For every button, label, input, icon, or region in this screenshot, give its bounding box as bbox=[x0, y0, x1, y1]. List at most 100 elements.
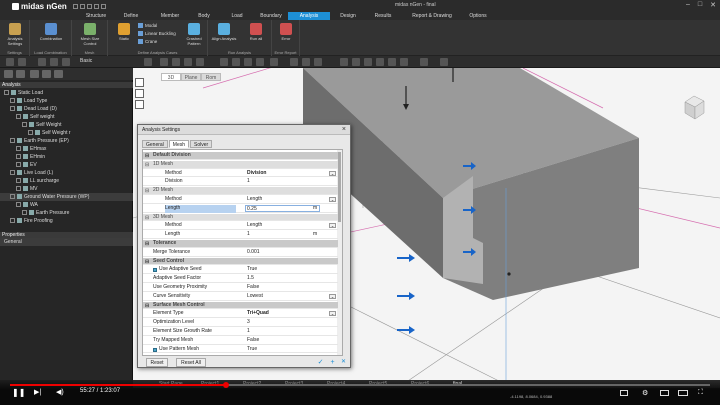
tree-item[interactable]: Earth Pressure bbox=[0, 209, 133, 217]
chevron-down-icon[interactable]: ⌄ bbox=[329, 293, 336, 299]
color-icon[interactable] bbox=[364, 58, 372, 66]
maximize-icon[interactable]: □ bbox=[698, 1, 702, 9]
ribbon-button-analysis-settings[interactable]: Analysis Settings bbox=[2, 23, 28, 46]
property-value[interactable]: 1.5 bbox=[247, 275, 254, 283]
tree-expand-icon[interactable] bbox=[10, 218, 15, 224]
tree-item[interactable]: EHmax bbox=[0, 145, 133, 153]
front-view-icon[interactable] bbox=[135, 89, 144, 98]
fit-view-icon[interactable] bbox=[135, 78, 144, 87]
tree-expand-icon[interactable] bbox=[16, 114, 21, 120]
property-value[interactable]: False bbox=[247, 337, 259, 345]
front-view-icon[interactable] bbox=[220, 58, 228, 66]
tree-item[interactable]: Self weight bbox=[0, 113, 133, 121]
menu-tab-boundary[interactable]: Boundary bbox=[254, 12, 288, 20]
property-row[interactable]: Use Geometry Proximity False bbox=[143, 284, 338, 292]
property-row[interactable]: Element Type Tri+Quad ⌄ bbox=[143, 310, 338, 319]
properties-item-general[interactable]: General bbox=[0, 238, 133, 246]
menu-tab-report-drawing[interactable]: Report & Drawing bbox=[406, 12, 458, 20]
rotate-icon[interactable] bbox=[196, 58, 204, 66]
settings-icon[interactable]: ⚙ bbox=[642, 389, 648, 397]
scrollbar-thumb[interactable] bbox=[338, 152, 341, 222]
play-pause-icon[interactable]: ❚❚ bbox=[12, 388, 25, 397]
tree-expand-icon[interactable] bbox=[4, 90, 9, 96]
select-icon[interactable] bbox=[54, 70, 63, 78]
menu-tab-member[interactable]: Member bbox=[156, 12, 184, 20]
side-view-icon[interactable] bbox=[244, 58, 252, 66]
pan-icon[interactable] bbox=[184, 58, 192, 66]
collapse-icon[interactable]: ⊟ bbox=[145, 241, 149, 249]
property-row[interactable]: Method Length ⌄ bbox=[143, 196, 338, 204]
redo-icon[interactable] bbox=[100, 3, 106, 9]
reset-all-button[interactable]: Reset All bbox=[176, 358, 206, 367]
tree-expand-icon[interactable] bbox=[16, 154, 21, 160]
render-icon[interactable] bbox=[314, 58, 322, 66]
menu-tab-structure[interactable]: Structure bbox=[82, 12, 110, 20]
zoom-icon[interactable] bbox=[172, 58, 180, 66]
tree-expand-icon[interactable] bbox=[10, 98, 15, 104]
property-value[interactable]: Tri+Quad bbox=[247, 310, 269, 318]
property-category[interactable]: ⊟ Default Division bbox=[143, 152, 338, 160]
tree-expand-icon[interactable] bbox=[16, 146, 21, 152]
next-icon[interactable]: ▶| bbox=[34, 388, 41, 396]
collapse-icon[interactable]: ⊟ bbox=[145, 259, 149, 267]
view-tab-plane[interactable]: Plane bbox=[181, 73, 201, 81]
menu-tab-design[interactable]: Design bbox=[334, 12, 362, 20]
tree-item[interactable]: Self Weight bbox=[0, 121, 133, 129]
tree-item[interactable]: Live Load (L) bbox=[0, 169, 133, 177]
view-tab-3d[interactable]: 3D bbox=[161, 73, 181, 81]
iso-view-icon[interactable] bbox=[256, 58, 264, 66]
tree-expand-icon[interactable] bbox=[16, 162, 21, 168]
menu-tab-analysis[interactable]: Analysis bbox=[288, 12, 330, 20]
progress-handle[interactable] bbox=[223, 382, 229, 388]
minimize-icon[interactable]: – bbox=[686, 1, 690, 9]
ribbon-button-mesh-size-control[interactable]: Mesh Size Control bbox=[74, 23, 106, 46]
chevron-down-icon[interactable]: ⌄ bbox=[329, 223, 336, 229]
display-icon[interactable] bbox=[340, 58, 348, 66]
property-category[interactable]: ⊟ Surface Mesh Control bbox=[143, 301, 338, 310]
progress-track[interactable] bbox=[10, 384, 710, 386]
ribbon-button-crashed-pattern[interactable]: Crashed Pattern bbox=[182, 23, 206, 46]
property-row[interactable]: Curve Sensitivity Lowest ⌄ bbox=[143, 293, 338, 301]
top-view-icon[interactable] bbox=[135, 100, 144, 109]
property-row[interactable]: Use Adaptive Seed True bbox=[143, 266, 338, 275]
undo-icon[interactable] bbox=[93, 3, 99, 9]
user-icon[interactable] bbox=[420, 58, 428, 66]
ribbon-small-modal[interactable]: Modal bbox=[138, 23, 157, 28]
tree-expand-icon[interactable] bbox=[10, 194, 15, 200]
menu-tab-load[interactable]: Load bbox=[226, 12, 248, 20]
ribbon-small-crane[interactable]: Crane bbox=[138, 39, 157, 44]
menu-tab-define[interactable]: Define bbox=[118, 12, 144, 20]
ribbon-small-linear-buckling[interactable]: Linear Buckling bbox=[138, 31, 176, 36]
mode-select[interactable]: Basic bbox=[80, 58, 92, 64]
label-icon[interactable] bbox=[352, 58, 360, 66]
property-value[interactable]: 0.25 bbox=[245, 204, 320, 212]
element-icon[interactable] bbox=[400, 58, 408, 66]
capture-icon[interactable] bbox=[440, 58, 448, 66]
property-row[interactable]: Optimization Level 3 bbox=[143, 319, 338, 327]
tree-expand-icon[interactable] bbox=[10, 170, 15, 176]
property-value[interactable]: Length bbox=[247, 222, 262, 230]
tree-item[interactable]: Static Load bbox=[0, 89, 133, 97]
menu-tab-results[interactable]: Results bbox=[369, 12, 397, 20]
dialog-tab-general[interactable]: General bbox=[142, 140, 168, 148]
reset-button[interactable]: Reset bbox=[146, 358, 168, 367]
property-row[interactable]: Element Size Growth Rate 1 bbox=[143, 328, 338, 336]
grid-icon[interactable] bbox=[18, 58, 26, 66]
dialog-tab-solver[interactable]: Solver bbox=[190, 140, 213, 148]
node-icon[interactable] bbox=[388, 58, 396, 66]
view-tab-rom[interactable]: Rom bbox=[201, 73, 221, 81]
theater-icon[interactable] bbox=[678, 390, 688, 396]
property-subcategory[interactable]: ⊟ 2D Mesh bbox=[143, 187, 338, 195]
tree-expand-icon[interactable] bbox=[16, 186, 21, 192]
property-checkbox-icon[interactable] bbox=[153, 347, 157, 352]
ribbon-button-align-analysis[interactable]: Align Analysis bbox=[210, 23, 238, 41]
property-value[interactable]: True bbox=[247, 266, 257, 274]
tree-expand-icon[interactable] bbox=[22, 122, 27, 128]
cube-icon[interactable] bbox=[38, 58, 46, 66]
tree-item[interactable]: EV bbox=[0, 161, 133, 169]
hidden-icon[interactable] bbox=[302, 58, 310, 66]
collapse-icon[interactable]: ⊟ bbox=[145, 188, 149, 196]
open-file-icon[interactable] bbox=[79, 3, 85, 9]
tree-item[interactable]: WA bbox=[0, 201, 133, 209]
property-row[interactable]: Method Division ⌄ bbox=[143, 170, 338, 178]
